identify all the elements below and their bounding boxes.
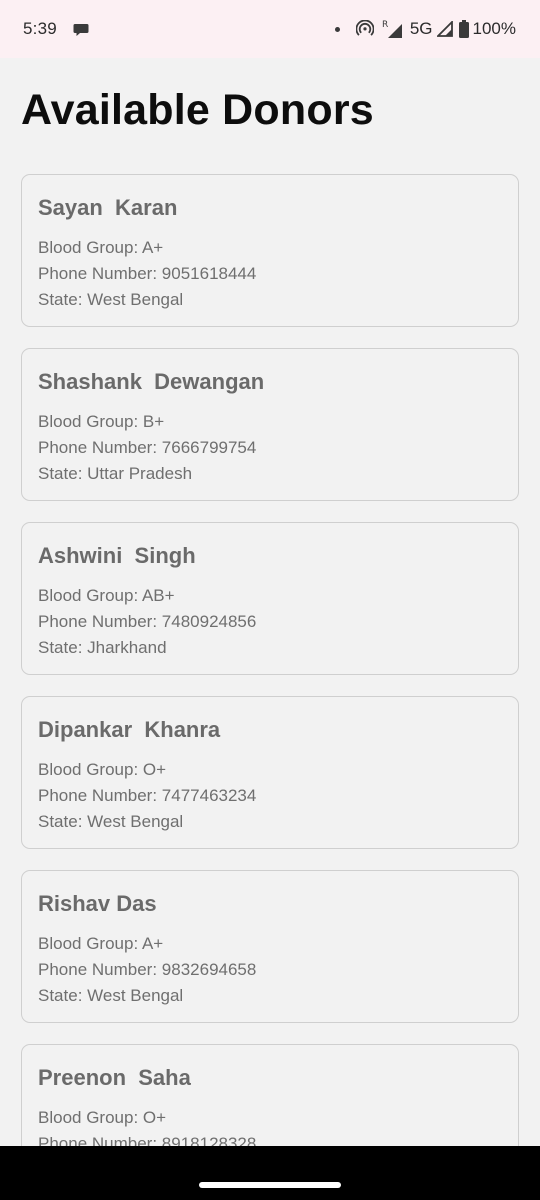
donor-state: State: West Bengal [38, 290, 184, 309]
donor-blood-group: Blood Group: O+ [38, 1108, 167, 1127]
donor-name: Shashank Dewangan [38, 369, 265, 394]
donor-phone: Phone Number: 9832694658 [38, 960, 257, 979]
status-left: 5:39 [23, 19, 89, 39]
svg-text:R: R [382, 20, 388, 30]
donor-phone: Phone Number: 7477463234 [38, 786, 257, 805]
donor-card[interactable]: Sayan Karan Blood Group: A+ Phone Number… [21, 174, 519, 327]
donor-phone: Phone Number: 8918128328 [38, 1134, 257, 1146]
donor-list-screen[interactable]: Available Donors Sayan Karan Blood Group… [0, 58, 540, 1146]
donor-state: State: Uttar Pradesh [38, 464, 193, 483]
signal-strength-icon [436, 21, 453, 37]
donor-state: State: West Bengal [38, 986, 184, 1005]
home-gesture-handle[interactable] [199, 1182, 341, 1188]
donor-list[interactable]: Sayan Karan Blood Group: A+ Phone Number… [21, 174, 519, 1146]
notification-dot-icon [334, 26, 340, 32]
hotspot-icon [355, 20, 374, 38]
status-right: R 5G 100% [334, 19, 516, 39]
status-bar: 5:39 R 5G 100% [0, 0, 540, 58]
page-title: Available Donors [21, 86, 374, 134]
donor-name: Preenon Saha [38, 1065, 191, 1090]
donor-state: State: West Bengal [38, 812, 184, 831]
signal-roaming-icon: R [382, 19, 404, 39]
donor-blood-group: Blood Group: AB+ [38, 586, 175, 605]
donor-phone: Phone Number: 9051618444 [38, 264, 257, 283]
donor-state: State: Jharkhand [38, 638, 167, 657]
donor-name: Sayan Karan [38, 195, 178, 220]
donor-name: Ashwini Singh [38, 543, 196, 568]
donor-card[interactable]: Shashank Dewangan Blood Group: B+ Phone … [21, 348, 519, 501]
donor-phone: Phone Number: 7666799754 [38, 438, 257, 457]
navigation-bar [0, 1146, 540, 1200]
donor-phone: Phone Number: 7480924856 [38, 612, 257, 631]
donor-blood-group: Blood Group: A+ [38, 934, 164, 953]
donor-card[interactable]: Preenon Saha Blood Group: O+ Phone Numbe… [21, 1044, 519, 1146]
donor-blood-group: Blood Group: A+ [38, 238, 164, 257]
chat-bubble-icon [73, 22, 89, 36]
donor-card[interactable]: Rishav Das Blood Group: A+ Phone Number:… [21, 870, 519, 1023]
status-time: 5:39 [23, 19, 57, 38]
donor-blood-group: Blood Group: O+ [38, 760, 167, 779]
donor-card[interactable]: Dipankar Khanra Blood Group: O+ Phone Nu… [21, 696, 519, 849]
donor-blood-group: Blood Group: B+ [38, 412, 165, 431]
battery-icon [458, 20, 469, 38]
donor-name: Dipankar Khanra [38, 717, 221, 742]
network-type-label: 5G [409, 19, 433, 38]
donor-name: Rishav Das [38, 891, 157, 916]
donor-card[interactable]: Ashwini Singh Blood Group: AB+ Phone Num… [21, 522, 519, 675]
battery-percentage: 100% [472, 19, 516, 38]
